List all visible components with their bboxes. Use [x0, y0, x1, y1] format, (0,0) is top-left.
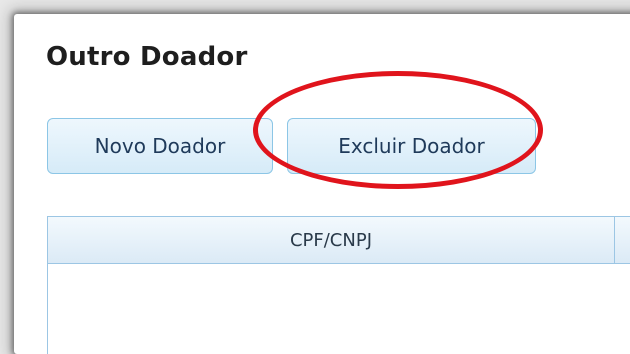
delete-donor-button[interactable]: Excluir Doador: [287, 118, 536, 174]
column-header-next[interactable]: [615, 217, 630, 263]
grid-header: CPF/CNPJ: [48, 217, 630, 264]
column-header-cpf-cnpj[interactable]: CPF/CNPJ: [48, 217, 615, 263]
new-donor-button[interactable]: Novo Doador: [47, 118, 273, 174]
section-title: Outro Doador: [46, 42, 248, 72]
donor-grid: CPF/CNPJ: [47, 216, 630, 354]
donor-panel: Outro Doador Novo Doador Excluir Doador …: [14, 14, 630, 354]
